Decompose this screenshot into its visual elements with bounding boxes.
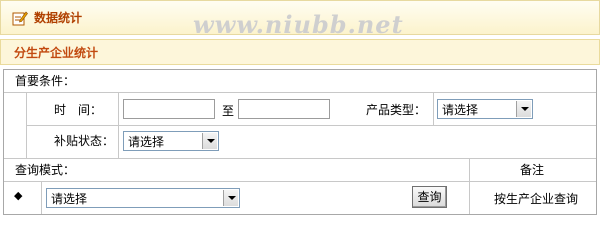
statistics-form: 首要条件： 时 间： 至 产品类型： 请选择 补贴状态： 请选择 查询模式： 备… bbox=[3, 69, 597, 215]
divider bbox=[4, 92, 596, 93]
product-type-label: 产品类型： bbox=[366, 103, 427, 117]
chevron-down-icon bbox=[223, 190, 238, 206]
subsidy-status-label: 补贴状态： bbox=[54, 134, 115, 148]
subsidy-status-value: 请选择 bbox=[128, 135, 165, 149]
product-type-value: 请选择 bbox=[442, 103, 479, 117]
query-mode-select[interactable]: 请选择 bbox=[46, 188, 240, 208]
page-title: 数据统计 bbox=[34, 11, 83, 25]
divider bbox=[41, 181, 42, 214]
bullet-icon: ◆ bbox=[14, 189, 23, 202]
watermark: www.niubb.net bbox=[193, 10, 404, 39]
time-label: 时 间： bbox=[54, 103, 103, 117]
section-title: 分生产企业统计 bbox=[14, 46, 99, 60]
edit-icon bbox=[12, 11, 28, 26]
chevron-down-icon bbox=[516, 101, 531, 117]
divider bbox=[26, 125, 596, 126]
remark-header: 备注 bbox=[520, 163, 545, 177]
conditions-title: 首要条件： bbox=[15, 74, 76, 88]
divider bbox=[433, 92, 434, 125]
query-mode-label: 查询模式： bbox=[15, 163, 76, 177]
query-mode-value: 请选择 bbox=[51, 192, 88, 206]
date-from-input[interactable] bbox=[123, 99, 215, 119]
product-type-select[interactable]: 请选择 bbox=[437, 99, 533, 119]
divider bbox=[4, 181, 596, 182]
subsidy-status-select[interactable]: 请选择 bbox=[123, 131, 219, 151]
chevron-down-icon bbox=[202, 133, 217, 149]
to-label: 至 bbox=[222, 104, 235, 118]
query-button[interactable]: 查询 bbox=[412, 186, 447, 208]
divider bbox=[4, 158, 596, 159]
section-header: 分生产企业统计 bbox=[0, 39, 600, 65]
date-to-input[interactable] bbox=[238, 99, 330, 119]
remark-text: 按生产企业查询 bbox=[494, 192, 579, 206]
page-header: 数据统计 www.niubb.net bbox=[0, 0, 600, 39]
divider bbox=[469, 158, 470, 214]
